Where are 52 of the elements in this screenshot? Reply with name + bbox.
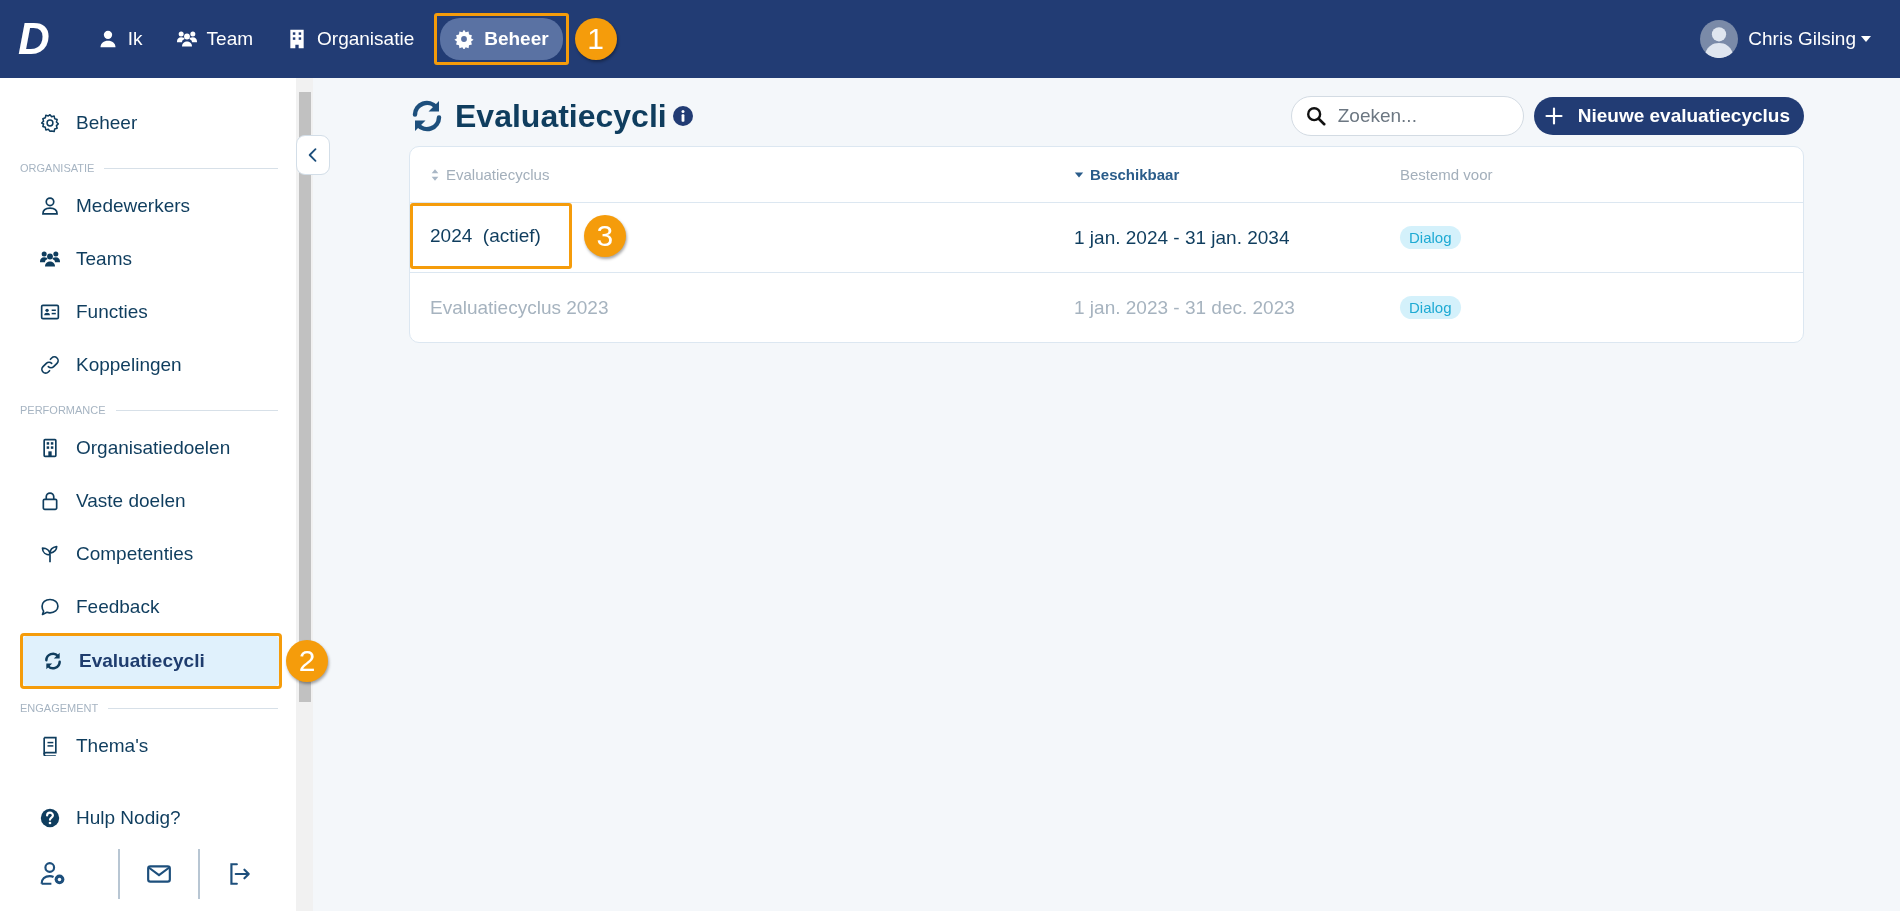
section-heading: ENGAGEMENT (20, 702, 99, 714)
sidebar-item[interactable]: Feedback (20, 580, 278, 633)
sidebar-item[interactable]: Organisatiedoelen (20, 421, 278, 474)
search-field[interactable]: Zoeken... (1290, 96, 1524, 136)
sidebar-item[interactable]: Thema's (20, 719, 278, 772)
settings-icon (40, 112, 60, 133)
settings-icon (454, 29, 475, 49)
lock-icon (40, 490, 60, 511)
logo[interactable]: D (18, 17, 48, 61)
table-cell[interactable]: 2024 (actief) (430, 225, 541, 246)
sidebar-item[interactable]: Teams (20, 232, 278, 285)
people-icon (176, 29, 197, 49)
help-icon (40, 808, 60, 828)
search-icon (1304, 105, 1327, 127)
avatar-icon (1700, 20, 1739, 58)
nav-tab[interactable]: Team (162, 18, 268, 60)
column-header[interactable]: Beschikbaar (1054, 166, 1180, 183)
nav-tab[interactable]: Organisatie (273, 18, 429, 60)
person-gear-icon[interactable] (40, 861, 66, 887)
book-icon (40, 735, 60, 756)
refresh-icon (43, 651, 63, 671)
section-heading: PERFORMANCE (20, 404, 106, 416)
scrollbar[interactable] (296, 78, 313, 911)
info-icon (672, 106, 693, 126)
page-title: Evaluatiecycli (455, 97, 667, 135)
sidebar-item[interactable]: Competenties (20, 527, 278, 580)
tag: Dialog (1400, 296, 1461, 319)
sprout-icon (40, 543, 60, 564)
new-button[interactable]: Nieuwe evaluatiecyclus (1533, 97, 1804, 135)
user-menu[interactable]: Chris Gilsing (1748, 28, 1856, 50)
step-number: 2 (286, 640, 328, 682)
speech-bubble-icon (40, 596, 60, 617)
sidebar-item[interactable]: Medewerkers (20, 179, 278, 232)
nav-tab[interactable]: Ik (83, 18, 157, 60)
nav-tab[interactable]: Beheer (440, 18, 563, 60)
tag: Dialog (1400, 226, 1461, 249)
step-number: 1 (574, 18, 617, 60)
sidebar-item[interactable]: Functies (20, 285, 278, 338)
link-icon (40, 354, 60, 375)
table-cell: 1 jan. 2024 - 31 jan. 2034 (1074, 226, 1290, 249)
collapse-button[interactable] (296, 135, 330, 175)
plus-icon (1543, 106, 1564, 126)
person-icon (40, 195, 60, 216)
sidebar-item[interactable]: Koppelingen (20, 338, 278, 391)
section-heading: ORGANISATIE (20, 162, 95, 174)
table-cell: 1 jan. 2023 - 31 dec. 2023 (1074, 296, 1295, 319)
sidebar-item[interactable]: Evaluatiecycli (23, 636, 279, 686)
step-number: 3 (583, 215, 626, 257)
sidebar-item[interactable]: Beheer (20, 96, 278, 149)
building-icon (40, 437, 60, 458)
sidebar-item[interactable]: Vaste doelen (20, 474, 278, 527)
help-link[interactable]: Hulp Nodig? (20, 793, 278, 843)
